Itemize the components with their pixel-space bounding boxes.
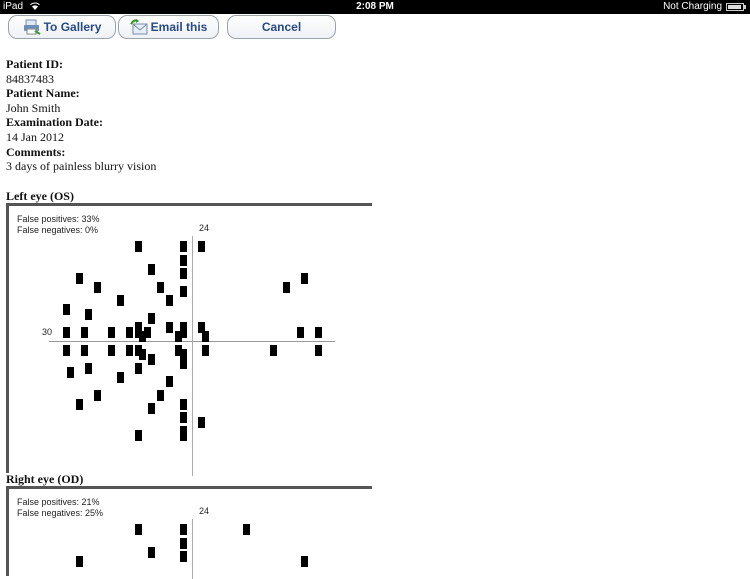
left-eye-marker	[179, 254, 187, 266]
left-eye-marker	[134, 326, 142, 338]
left-eye-marker	[179, 358, 187, 369]
left-eye-marker	[94, 281, 101, 293]
left-eye-marker	[179, 241, 187, 252]
left-eye-marker	[94, 389, 101, 401]
left-eye-marker	[197, 241, 205, 252]
left-eye-marker	[179, 268, 187, 279]
left-eye-marker	[80, 326, 88, 338]
email-label: Email this	[150, 20, 208, 34]
patient-info: Patient ID: 84837483 Patient Name: John …	[6, 57, 156, 174]
patient-id-label: Patient ID:	[6, 57, 63, 71]
left-eye-marker	[179, 430, 187, 441]
left-eye-marker	[134, 430, 142, 441]
right-eye-marker	[179, 524, 187, 535]
left-eye-marker	[148, 263, 155, 275]
left-eye-marker	[143, 326, 151, 338]
left-eye-marker	[301, 272, 308, 284]
patient-name-value: John Smith	[6, 100, 61, 115]
left-eye-plot: False positives: 33% False negatives: 0%…	[6, 203, 372, 476]
left-eye-marker	[62, 326, 70, 338]
left-eye-marker	[134, 241, 142, 252]
left-eye-marker	[62, 304, 70, 315]
comments-label: Comments:	[6, 144, 66, 159]
left-eye-marker	[148, 403, 155, 414]
right-eye-marker	[179, 537, 187, 549]
left-eye-marker	[139, 349, 146, 360]
left-eye-marker	[179, 326, 187, 338]
status-bar: iPad 2:08 PM Not Charging	[0, 0, 750, 14]
right-eye-marker	[76, 555, 83, 567]
left-eye-marker	[157, 281, 164, 293]
left-eye-marker	[166, 295, 173, 306]
left-eye-marker	[283, 281, 290, 293]
exam-date-label: Examination Date:	[6, 115, 103, 130]
clock: 2:08 PM	[356, 1, 394, 12]
right-eye-title: Right eye (OD)	[6, 472, 84, 486]
left-eye-marker	[85, 308, 92, 320]
left-eye-horizontal-label: 30	[42, 327, 53, 337]
left-eye-marker	[107, 344, 115, 356]
left-eye-marker	[125, 326, 133, 338]
left-eye-marker	[314, 344, 322, 356]
left-eye-marker	[179, 286, 187, 297]
left-eye-marker	[197, 416, 205, 428]
left-eye-marker	[76, 272, 83, 284]
right-eye-marker	[301, 555, 308, 567]
right-eye-false-negatives: False negatives: 25%	[17, 508, 104, 518]
cancel-label: Cancel	[261, 20, 302, 34]
email-icon	[129, 19, 148, 35]
to-gallery-label: To Gallery	[43, 20, 102, 34]
left-eye-marker	[148, 313, 155, 324]
left-eye-marker	[76, 398, 83, 410]
left-eye-marker	[314, 326, 322, 338]
left-eye-marker	[166, 376, 173, 387]
left-eye-marker	[80, 344, 88, 356]
left-eye-marker	[179, 412, 187, 423]
left-eye-false-positives: False positives: 33%	[17, 214, 100, 224]
left-eye-marker	[202, 344, 209, 356]
left-eye-marker	[116, 371, 124, 383]
printer-icon	[23, 19, 41, 35]
right-eye-false-positives: False positives: 21%	[17, 497, 100, 507]
left-eye-marker	[134, 362, 142, 374]
left-eye-marker	[125, 344, 133, 356]
left-eye-false-negatives: False negatives: 0%	[17, 225, 99, 235]
left-eye-marker	[157, 389, 164, 401]
patient-id-value: 84837483	[6, 71, 54, 86]
email-button[interactable]: Email this	[118, 15, 219, 39]
left-eye-vertical-label: 24	[199, 223, 210, 233]
battery-status: Not Charging	[663, 1, 722, 12]
comments-value: 3 days of painless blurry vision	[6, 159, 157, 174]
left-eye-marker	[166, 322, 173, 333]
left-eye-title: Left eye (OS)	[6, 189, 74, 203]
toolbar: To Gallery Email this Cancel	[0, 14, 750, 42]
left-eye-marker	[116, 295, 124, 306]
cancel-button[interactable]: Cancel	[227, 15, 336, 39]
right-eye-false-rates: False positives: 21% False negatives: 25…	[17, 497, 103, 519]
left-eye-marker	[67, 367, 74, 378]
right-eye-marker	[134, 524, 142, 535]
patient-name-label: Patient Name:	[6, 86, 80, 101]
left-eye-marker	[62, 344, 70, 356]
status-right: Not Charging	[663, 0, 746, 14]
left-eye-marker	[85, 362, 92, 374]
left-eye-marker	[296, 326, 304, 338]
right-eye-marker	[242, 524, 250, 535]
left-eye-marker	[202, 331, 209, 342]
right-eye-vertical-axis	[192, 519, 193, 579]
left-eye-vertical-axis	[192, 236, 193, 476]
left-eye-false-rates: False positives: 33% False negatives: 0%	[17, 214, 100, 236]
battery-icon	[726, 3, 746, 11]
left-eye-marker	[179, 398, 187, 410]
left-eye-marker	[269, 344, 277, 356]
left-eye-marker	[148, 353, 155, 365]
exam-date-value: 14 Jan 2012	[6, 129, 64, 144]
to-gallery-button[interactable]: To Gallery	[8, 15, 116, 39]
left-eye-marker	[107, 326, 115, 338]
right-eye-marker	[179, 551, 187, 562]
right-eye-marker	[148, 546, 155, 558]
right-eye-vertical-label: 24	[199, 506, 210, 516]
